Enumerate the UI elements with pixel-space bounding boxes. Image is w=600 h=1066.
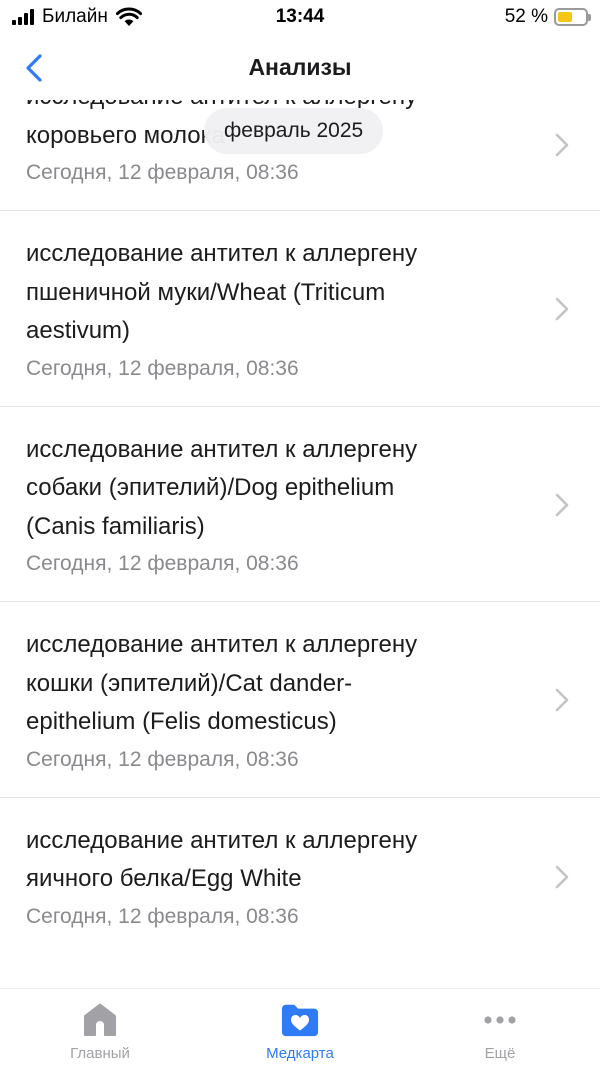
item-title-line: исследование антител к аллергену: [26, 435, 418, 463]
chevron-right-icon: [555, 688, 569, 712]
item-title-line: (Canis familiaris): [26, 512, 205, 540]
item-title-line: epithelium (Felis domesticus): [26, 708, 337, 735]
results-list: исследование антител к аллергенукоровьег…: [0, 100, 600, 954]
item-title-line: исследование антител к аллергену: [26, 826, 418, 854]
list-item[interactable]: исследование антител к аллергену кошки (э…: [0, 602, 600, 798]
month-indicator: февраль 2025: [204, 108, 384, 154]
battery-percent: 52 %: [504, 6, 548, 27]
status-bar: Билайн 13:44 52 %: [0, 0, 600, 34]
list-item[interactable]: исследование антител к аллергену яичного …: [0, 798, 600, 954]
item-title-line: aestivum): [26, 317, 131, 344]
tab-home[interactable]: Главный: [0, 989, 200, 1066]
screen: Билайн 13:44 52 % Анализы исследование а…: [0, 0, 600, 1066]
item-title-line: кошки (эпителий)/Cat dander-: [26, 669, 353, 697]
tab-more[interactable]: Ещё: [400, 989, 600, 1066]
tab-medcard[interactable]: Медкарта: [200, 989, 400, 1066]
item-title: исследование антител к аллергену яичного …: [26, 822, 520, 899]
status-right: 52 %: [504, 6, 591, 28]
chevron-right-icon: [555, 297, 569, 321]
tab-label-more: Ещё: [484, 1045, 516, 1062]
tab-label-medcard: Медкарта: [266, 1045, 334, 1062]
item-title-line: пшеничной муки/Wheat (Triticum: [26, 278, 386, 306]
heart-folder-icon: [281, 1001, 319, 1039]
item-title-line: исследование антител к аллергену: [26, 631, 418, 658]
item-title: исследование антител к аллергену пшенично…: [26, 235, 520, 351]
item-title: исследование антител к аллергену кошки (э…: [26, 626, 520, 742]
item-title-line: собаки (эпителий)/Dog epithelium: [26, 474, 395, 501]
tab-label-home: Главный: [70, 1045, 130, 1062]
home-icon: [81, 1001, 119, 1039]
page-title: Анализы: [248, 54, 352, 80]
results-list-viewport[interactable]: исследование антител к аллергенукоровьег…: [0, 100, 600, 988]
item-title-line: исследование антител к аллергену: [26, 240, 418, 267]
chevron-right-icon: [555, 493, 569, 517]
item-title-line: яичного белка/Egg White: [26, 865, 302, 892]
item-date: Сегодня, 12 февраля, 08:36: [26, 552, 299, 575]
chevron-right-icon: [555, 133, 569, 157]
item-date: Сегодня, 12 февраля, 08:36: [26, 356, 299, 380]
battery-level: [558, 12, 572, 22]
chevron-right-icon: [555, 865, 569, 888]
item-date: Сегодня, 12 февраля, 08:36: [26, 747, 299, 771]
item-date: Сегодня, 12 февраля, 08:36: [26, 904, 299, 928]
battery-icon: [554, 8, 591, 26]
list-item[interactable]: исследование антител к аллергену собаки (…: [0, 407, 600, 602]
list-item[interactable]: исследование антител к аллергену пшенично…: [0, 211, 600, 407]
tab-bar: Главный Медкарта Ещё: [0, 988, 600, 1066]
item-date: Сегодня, 12 февраля, 08:36: [26, 161, 299, 184]
item-title: исследование антител к аллергену собаки (…: [26, 431, 520, 547]
more-icon: [481, 1001, 519, 1039]
nav-bar: Анализы: [0, 34, 600, 100]
